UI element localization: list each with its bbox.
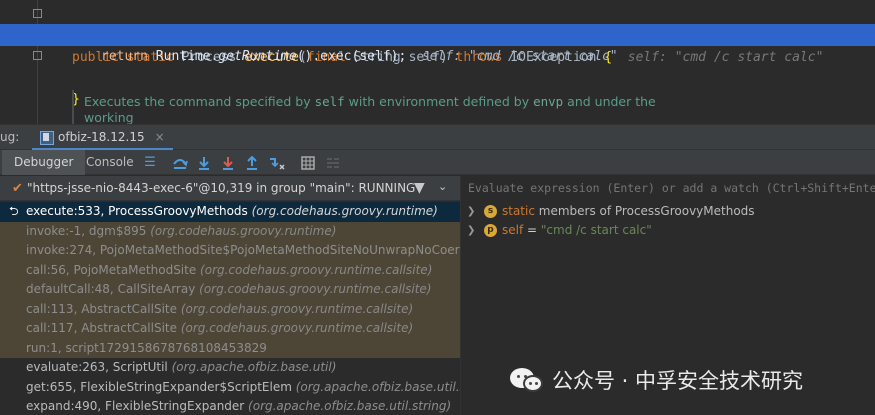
filter-icon[interactable]: ▼	[414, 180, 425, 196]
evaluate-expression-input[interactable]	[461, 176, 875, 200]
current-frame-icon: ⮌	[9, 204, 19, 218]
debug-tool-window-header: ug: ofbiz-18.12.15 ×	[0, 124, 875, 151]
tab-debugger[interactable]: Debugger	[2, 150, 86, 175]
doc-comment-bar	[72, 90, 74, 124]
application-icon	[40, 130, 54, 145]
step-into-icon[interactable]	[196, 155, 212, 171]
variable-row-static-members[interactable]: ❯ s static members of ProcessGroovyMetho…	[461, 202, 875, 221]
stack-frame[interactable]: expand:490, FlexibleStringExpander (org.…	[0, 397, 460, 415]
wechat-logo-icon	[510, 366, 544, 394]
watermark-text: 公众号 · 中孚安全技术研究	[552, 369, 804, 393]
step-out-icon[interactable]	[244, 155, 260, 171]
tab-console[interactable]: Console	[74, 150, 146, 175]
expand-arrow-icon[interactable]: ❯	[467, 202, 475, 221]
stack-frame[interactable]: evaluate:263, ScriptUtil (org.apache.ofb…	[0, 358, 460, 378]
code-editor[interactable]: public static Process execute(final Stri…	[0, 0, 875, 141]
debug-toolbar: Debugger Console ☰	[0, 150, 875, 175]
step-over-icon[interactable]	[172, 155, 188, 171]
stack-frame[interactable]: defaultCall:48, CallSiteArray (org.codeh…	[0, 280, 460, 300]
close-tab-icon[interactable]: ×	[155, 130, 165, 144]
stack-frame[interactable]: call:56, PojoMetaMethodSite (org.codehau…	[0, 260, 460, 280]
check-icon: ✔	[12, 181, 23, 196]
evaluate-expression-icon[interactable]	[300, 155, 316, 171]
trace-current-stream-icon[interactable]	[325, 155, 341, 171]
code-line-2-current[interactable]: return Runtime.getRuntime().exec(self); …	[0, 24, 875, 64]
variable-row-self[interactable]: ❯ p self = "cmd /c start calc"	[461, 221, 875, 240]
stack-frame[interactable]: invoke:-1, dgm$895 (org.codehaus.groovy.…	[0, 221, 460, 241]
code-line-1[interactable]: public static Process execute(final Stri…	[0, 3, 875, 65]
expand-arrow-icon[interactable]: ❯	[467, 221, 475, 240]
wechat-watermark: 公众号 · 中孚安全技术研究	[510, 363, 803, 397]
stack-frame[interactable]: get:655, FlexibleStringExpander$ScriptEl…	[0, 377, 460, 397]
chevron-down-icon[interactable]: ⌄	[438, 180, 447, 193]
tab-debug-session[interactable]: ofbiz-18.12.15 ×	[32, 125, 173, 151]
code-line-3[interactable]: }	[0, 45, 875, 107]
force-step-into-icon[interactable]	[220, 155, 236, 171]
frames-panel: ✔ "https-jsse-nio-8443-exec-6"@10,319 in…	[0, 176, 460, 415]
tab-debug-session-label: ofbiz-18.12.15	[58, 129, 145, 144]
fold-marker-icon[interactable]	[33, 51, 42, 60]
thread-selector-label: "https-jsse-nio-8443-exec-6"@10,319 in g…	[27, 181, 416, 195]
fold-marker-icon[interactable]	[33, 9, 42, 18]
run-to-cursor-icon[interactable]	[269, 155, 285, 171]
thread-selector[interactable]: ✔ "https-jsse-nio-8443-exec-6"@10,319 in…	[0, 176, 460, 201]
stack-frame[interactable]: invoke:274, PojoMetaMethodSite$PojoMetaM…	[0, 241, 460, 261]
stack-frame[interactable]: ⮌ execute:533, ProcessGroovyMethods (org…	[0, 202, 460, 222]
static-badge-icon: s	[484, 205, 497, 218]
debug-label: ug:	[0, 130, 20, 144]
hamburger-menu-icon[interactable]: ☰	[142, 155, 158, 171]
stack-frame[interactable]: run:1, script1729158678768108453829	[0, 338, 460, 358]
stack-frame[interactable]: call:117, AbstractCallSite (org.codehaus…	[0, 319, 460, 339]
parameter-badge-icon: p	[484, 224, 497, 237]
stack-frame[interactable]: call:113, AbstractCallSite (org.codehaus…	[0, 299, 460, 319]
